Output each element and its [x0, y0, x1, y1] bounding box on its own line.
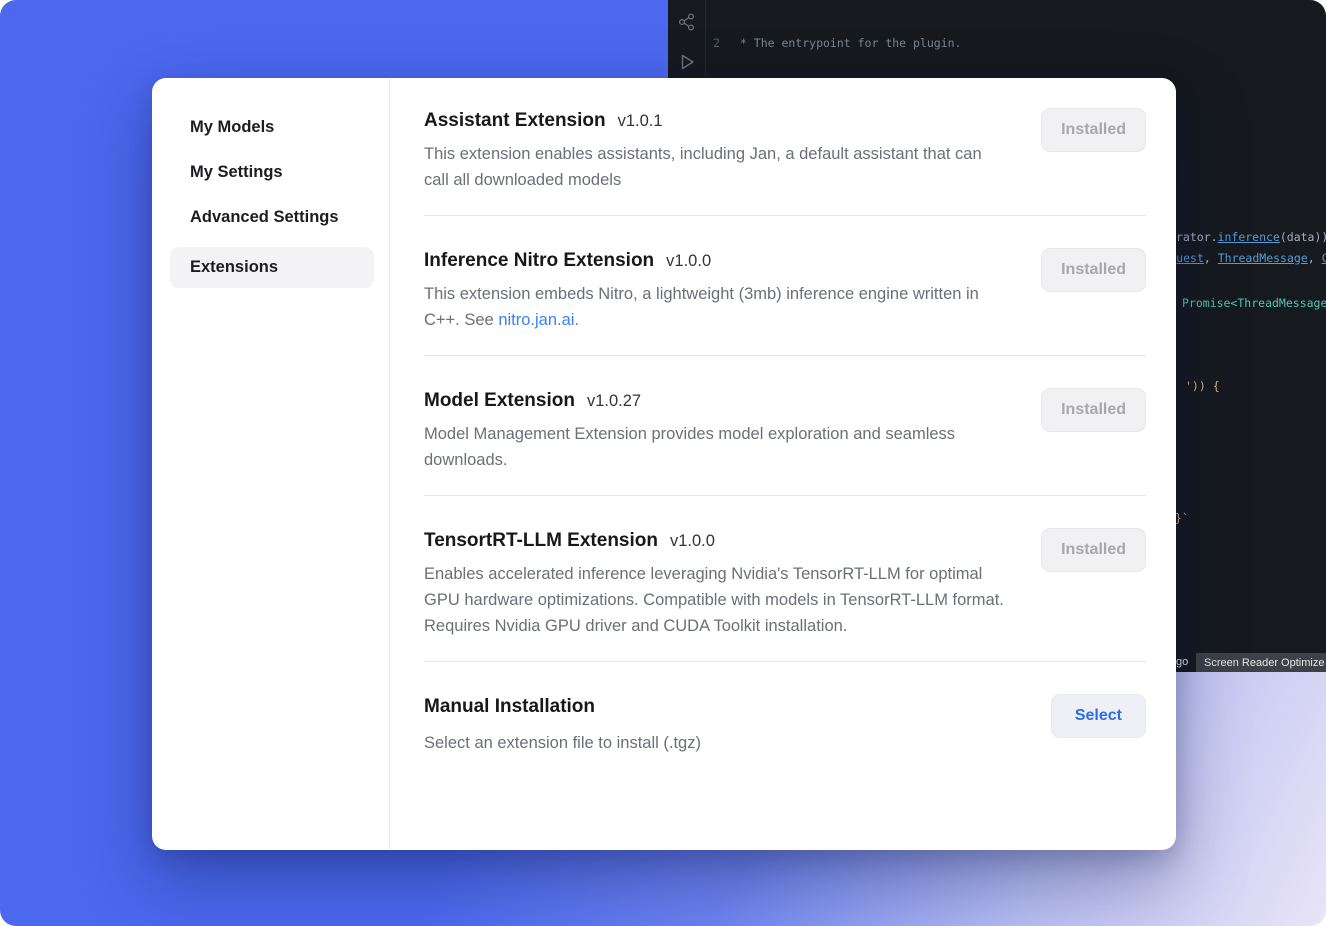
extension-row: Model Extension v1.0.27 Model Management…: [424, 390, 1146, 473]
manual-installation-description: Select an extension file to install (.tg…: [424, 730, 701, 756]
extension-name: Assistant Extension: [424, 110, 606, 132]
manual-installation-row: Manual Installation Select an extension …: [424, 696, 1146, 756]
code-line: 2 * The entrypoint for the plugin.: [707, 35, 1326, 52]
extension-name: TensortRT-LLM Extension: [424, 530, 658, 552]
app-background: 2 * The entrypoint for the plugin. 3 */ …: [0, 0, 1326, 926]
divider: [424, 355, 1146, 356]
extension-title-line: TensortRT-LLM Extension v1.0.0: [424, 530, 1009, 552]
screen-reader-status[interactable]: Screen Reader Optimize: [1196, 653, 1326, 672]
installed-button[interactable]: Installed: [1041, 388, 1146, 432]
divider: [424, 215, 1146, 216]
extension-version: v1.0.0: [666, 252, 711, 271]
code-identifier: inference: [1218, 230, 1280, 244]
code-text: * The entrypoint for the plugin.: [733, 35, 961, 52]
extension-version: v1.0.0: [670, 532, 715, 551]
extension-name: Inference Nitro Extension: [424, 250, 654, 272]
extension-info: TensortRT-LLM Extension v1.0.0 Enables a…: [424, 530, 1009, 639]
git-branch-icon[interactable]: [675, 10, 699, 34]
settings-modal: My Models My Settings Advanced Settings …: [152, 78, 1176, 850]
manual-title-line: Manual Installation: [424, 696, 701, 718]
manual-installation-info: Manual Installation Select an extension …: [424, 696, 701, 756]
extension-description: This extension embeds Nitro, a lightweig…: [424, 281, 1009, 333]
screenshot-root: 2 * The entrypoint for the plugin. 3 */ …: [0, 0, 1326, 926]
nitro-link[interactable]: nitro.jan.ai.: [498, 311, 579, 329]
extension-description: Enables accelerated inference leveraging…: [424, 561, 1009, 639]
code-identifier: ThreadMessage: [1218, 251, 1308, 265]
code-separator: ,: [1204, 251, 1218, 265]
extension-row: Assistant Extension v1.0.1 This extensio…: [424, 110, 1146, 193]
extension-name: Model Extension: [424, 390, 575, 412]
sidebar-item-my-settings[interactable]: My Settings: [152, 150, 389, 195]
sidebar-item-my-models[interactable]: My Models: [152, 105, 389, 150]
extension-title-line: Inference Nitro Extension v1.0.0: [424, 250, 1009, 272]
code-identifier: ContentType: [1322, 251, 1326, 265]
extension-row: Inference Nitro Extension v1.0.0 This ex…: [424, 250, 1146, 333]
sidebar-item-advanced-settings[interactable]: Advanced Settings: [152, 195, 389, 240]
line-number: 2: [707, 35, 733, 52]
extension-version: v1.0.27: [587, 392, 641, 411]
settings-sidebar: My Models My Settings Advanced Settings …: [152, 78, 390, 850]
code-text: (data));: [1280, 230, 1326, 244]
extension-title-line: Model Extension v1.0.27: [424, 390, 1009, 412]
status-text: go: [1176, 656, 1188, 668]
extension-row: TensortRT-LLM Extension v1.0.0 Enables a…: [424, 530, 1146, 639]
manual-installation-title: Manual Installation: [424, 696, 595, 718]
divider: [424, 495, 1146, 496]
extension-version: v1.0.1: [618, 112, 663, 131]
code-separator: ,: [1308, 251, 1322, 265]
code-fragment: Promise<ThreadMessage>: [1182, 296, 1326, 310]
code-text: rator.: [1176, 230, 1218, 244]
installed-button[interactable]: Installed: [1041, 528, 1146, 572]
installed-button[interactable]: Installed: [1041, 108, 1146, 152]
installed-button[interactable]: Installed: [1041, 248, 1146, 292]
extension-info: Model Extension v1.0.27 Model Management…: [424, 390, 1009, 473]
select-file-button[interactable]: Select: [1051, 694, 1146, 738]
extension-title-line: Assistant Extension v1.0.1: [424, 110, 1009, 132]
extension-info: Inference Nitro Extension v1.0.0 This ex…: [424, 250, 1009, 333]
extension-description: This extension enables assistants, inclu…: [424, 141, 1009, 193]
divider: [424, 661, 1146, 662]
code-fragment: ')) {: [1185, 379, 1220, 393]
debug-play-icon[interactable]: [675, 50, 699, 74]
extension-info: Assistant Extension v1.0.1 This extensio…: [424, 110, 1009, 193]
code-fragment: rator.inference(data));: [1176, 230, 1326, 244]
extensions-panel: Assistant Extension v1.0.1 This extensio…: [390, 78, 1176, 850]
sidebar-item-extensions[interactable]: Extensions: [170, 247, 374, 288]
extension-description: Model Management Extension provides mode…: [424, 421, 1009, 473]
